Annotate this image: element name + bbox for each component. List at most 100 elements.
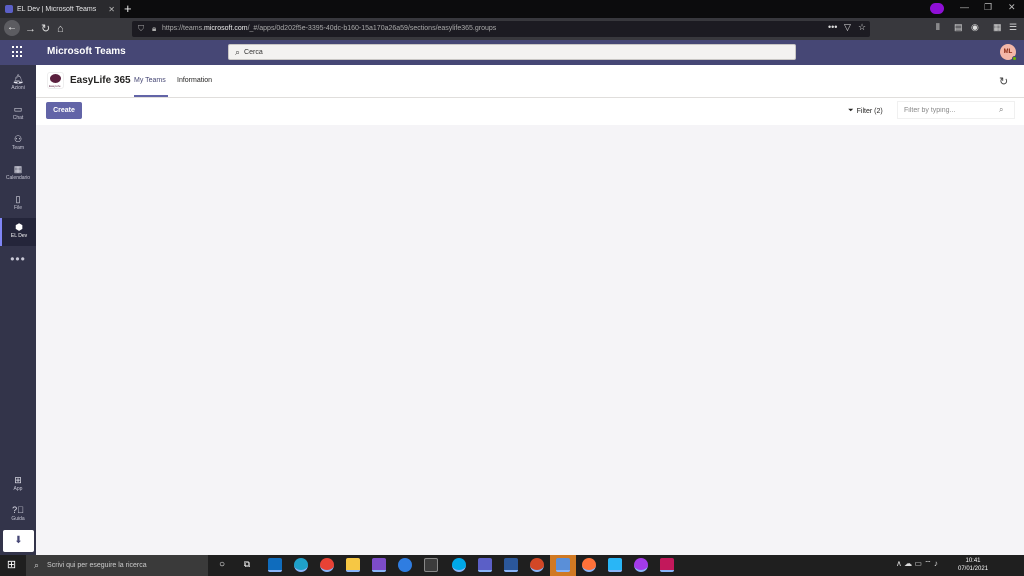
rail-item-app[interactable]: ⊞ App: [0, 471, 36, 499]
search-input[interactable]: [244, 48, 745, 56]
lock-icon[interactable]: 🔒︎: [152, 23, 156, 35]
firefox-dev-icon[interactable]: [556, 558, 570, 572]
avatar-initials: ML: [1003, 49, 1013, 55]
windows-taskbar: ⊞ ⌕ Scrivi qui per eseguire la ricerca ○…: [0, 555, 1024, 576]
word-icon[interactable]: [504, 558, 518, 572]
more-apps-button[interactable]: •••: [0, 252, 36, 266]
messenger-icon[interactable]: [634, 558, 648, 572]
clock-date: 07/01/2021: [958, 566, 989, 572]
url-suffix: /_#/apps/0d202f5e-3395-40dc-b160-15a170a…: [247, 25, 497, 32]
app-header: EasyLife EasyLife 365 My Teams Informati…: [36, 65, 1024, 98]
reload-button[interactable]: ↻: [41, 22, 50, 36]
create-button[interactable]: Create: [46, 102, 82, 119]
rail-item-file[interactable]: ▯ File: [0, 190, 36, 218]
rail-item-label: App: [13, 486, 23, 492]
rail-item-label: File: [13, 205, 23, 211]
task-view-icon[interactable]: ⧉: [240, 559, 254, 573]
windows-start-icon[interactable]: ⊞: [4, 558, 19, 573]
library-icon[interactable]: ⫴: [936, 22, 940, 33]
filter-button[interactable]: ⏷ Filter (2): [848, 107, 883, 115]
page-actions-icon[interactable]: •••: [828, 22, 837, 32]
team-icon: ⚇: [13, 134, 23, 144]
teams-favicon-icon: [5, 5, 13, 13]
taskbar-clock[interactable]: 10:41 07/01/2021: [958, 557, 988, 573]
tab-information[interactable]: Information: [177, 77, 212, 84]
close-window-icon[interactable]: ✕: [1008, 2, 1016, 13]
filter-label: Filter (2): [856, 107, 883, 115]
search-icon: ⌕: [34, 560, 40, 570]
pocket-icon[interactable]: ▽: [844, 22, 851, 33]
content-area: [36, 125, 1024, 555]
firefox-icon[interactable]: [582, 558, 596, 572]
edge-icon[interactable]: [294, 558, 308, 572]
rail-item-el-dev[interactable]: ⬢ EL Dev: [0, 218, 36, 246]
account-icon[interactable]: ◉: [971, 22, 979, 33]
help-icon: ?⃝: [12, 505, 24, 515]
close-tab-icon[interactable]: ✕: [108, 5, 115, 14]
teams-search[interactable]: ⌕: [228, 44, 796, 60]
onedrive-icon[interactable]: ☁: [904, 559, 912, 568]
file-icon: ▯: [15, 194, 21, 204]
rail-item-label: EL Dev: [10, 233, 28, 239]
logo-text: EasyLife: [49, 84, 61, 88]
teams-icon[interactable]: [478, 558, 492, 572]
rail-item-team[interactable]: ⚇ Team: [0, 130, 36, 158]
app-icon[interactable]: [660, 558, 674, 572]
browser-tab-title: EL Dev | Microsoft Teams: [17, 5, 97, 13]
terminal-icon[interactable]: [424, 558, 438, 572]
taskbar-search[interactable]: ⌕ Scrivi qui per eseguire la ricerca: [26, 555, 208, 576]
search-icon: ⌕: [999, 105, 1004, 114]
filter-icon: ⏷: [848, 107, 854, 114]
rail-item-label: Team: [11, 145, 25, 151]
cortana-icon[interactable]: ○: [215, 559, 229, 573]
rail-item-label: Azioni: [11, 85, 25, 91]
chrome-icon[interactable]: [320, 558, 334, 572]
back-button[interactable]: ←: [4, 20, 20, 36]
clock-time: 10:41: [965, 558, 981, 564]
app-launcher-icon[interactable]: [12, 46, 24, 58]
extensions-icon[interactable]: ▦: [993, 22, 1002, 33]
filter-box[interactable]: ⌕: [897, 101, 1015, 119]
app-name: Microsoft Teams: [47, 46, 126, 57]
home-button[interactable]: ⌂: [57, 22, 64, 36]
menu-icon[interactable]: ☰: [1009, 22, 1017, 33]
filter-input[interactable]: [904, 106, 999, 114]
rail-item-azioni[interactable]: 🔔︎ Azioni: [0, 70, 36, 98]
restore-window-icon[interactable]: ❐: [984, 2, 992, 13]
file-explorer-icon[interactable]: [346, 558, 360, 572]
volume-icon[interactable]: ♪: [934, 559, 938, 568]
refresh-icon[interactable]: ↻: [999, 75, 1008, 88]
system-tray[interactable]: ∧ ☁ ▭ ⌔ ♪: [896, 559, 938, 569]
skype-icon[interactable]: [452, 558, 466, 572]
browser-tab[interactable]: EL Dev | Microsoft Teams ✕: [0, 0, 120, 18]
rail-item-chat[interactable]: ▭ Chat: [0, 100, 36, 128]
presence-available-icon: [1012, 56, 1017, 61]
eldev-icon: ⬢: [15, 222, 23, 232]
tray-chevron-icon[interactable]: ∧: [896, 559, 902, 568]
sidebar-icon[interactable]: ▤: [954, 22, 963, 33]
forward-button[interactable]: →: [25, 22, 36, 36]
azure-icon[interactable]: [608, 558, 622, 572]
outlook-icon[interactable]: [268, 558, 282, 572]
url-prefix: https://teams.: [162, 25, 205, 32]
maps-icon[interactable]: [398, 558, 412, 572]
search-icon: ⌕: [235, 46, 241, 57]
minimize-window-icon[interactable]: —: [960, 2, 969, 12]
powerpoint-icon[interactable]: [530, 558, 544, 572]
tab-my-teams[interactable]: My Teams: [134, 77, 166, 84]
bookmark-star-icon[interactable]: ☆: [858, 22, 866, 33]
address-bar[interactable]: https://teams.microsoft.com/_#/apps/0d20…: [132, 21, 870, 37]
url-domain: microsoft.com: [204, 25, 248, 32]
taskbar-search-placeholder: Scrivi qui per eseguire la ricerca: [47, 562, 147, 569]
new-tab-button[interactable]: +: [124, 1, 132, 17]
network-icon[interactable]: ⌔: [924, 559, 932, 568]
download-app-button[interactable]: ⬇︎: [3, 530, 34, 552]
shield-icon[interactable]: ⛉: [138, 23, 144, 35]
app-title: EasyLife 365: [70, 75, 131, 86]
apps-icon: ⊞: [14, 475, 22, 485]
rail-item-calendario[interactable]: ▦ Calendario: [0, 160, 36, 188]
battery-icon[interactable]: ▭: [914, 559, 922, 568]
avatar[interactable]: ML: [1000, 44, 1017, 61]
visual-studio-icon[interactable]: [372, 558, 386, 572]
rail-item-guida[interactable]: ?⃝ Guida: [0, 501, 36, 529]
